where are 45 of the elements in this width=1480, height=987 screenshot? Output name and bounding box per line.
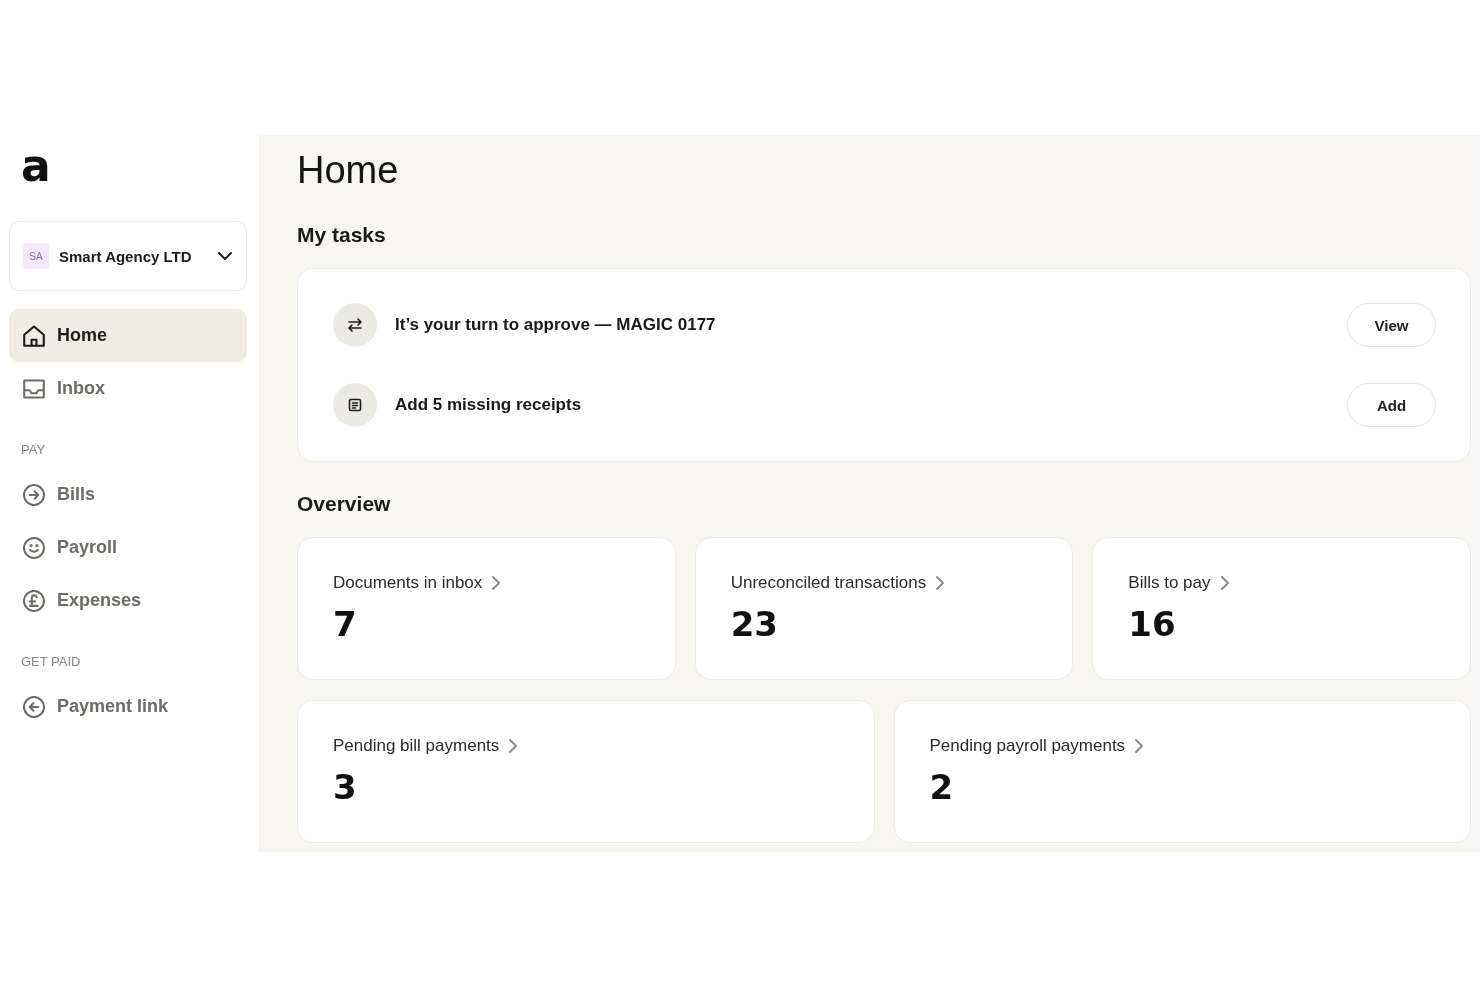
card-label: Documents in inbox [333, 573, 483, 593]
nav-item[interactable]: Payroll [9, 521, 247, 574]
swap-arrows-icon [333, 303, 377, 347]
nav-item[interactable]: Payment link [9, 680, 247, 733]
inbox-tray-icon [23, 377, 45, 400]
task-action-button[interactable]: Add [1347, 383, 1436, 427]
card-value: 3 [333, 767, 358, 807]
home-icon [23, 324, 45, 347]
task-text: Add 5 missing receipts [395, 395, 582, 415]
smiley-face-icon [23, 536, 45, 559]
org-selector[interactable]: SA Smart Agency LTD [9, 221, 247, 291]
card-label: Unreconciled transactions [730, 573, 927, 593]
nav-item[interactable]: Inbox [9, 362, 247, 415]
section-heading: Overview [297, 491, 392, 516]
card-label: Pending payroll payments [929, 736, 1126, 756]
chevron-right-icon [1220, 576, 1229, 590]
chevron-right-icon [936, 576, 945, 590]
section-heading: My tasks [297, 222, 387, 247]
card-label: Bills to pay [1128, 573, 1211, 593]
nav-section-heading: GET PAID [21, 653, 82, 671]
card-value: 2 [929, 767, 955, 807]
overview-card[interactable]: Pending bill payments 3 [297, 700, 875, 843]
task-text: It’s your turn to approve — MAGIC 0177 [395, 315, 716, 335]
document-icon [333, 383, 377, 427]
chevron-right-icon [492, 576, 501, 590]
chevron-down-icon [218, 252, 232, 260]
nav-section-heading: PAY [21, 441, 47, 459]
task-action-button[interactable]: View [1347, 303, 1436, 347]
card-value: 23 [730, 604, 779, 644]
nav-item[interactable]: Bills [9, 468, 247, 521]
overview-card[interactable]: Unreconciled transactions 23 [694, 537, 1074, 680]
overview-card[interactable]: Pending payroll payments 2 [893, 700, 1471, 843]
card-value: 7 [333, 604, 358, 644]
page-title: Home [297, 148, 400, 193]
card-label: Pending bill payments [333, 736, 500, 756]
nav-item[interactable]: Expenses [9, 574, 247, 627]
overview-card[interactable]: Documents in inbox 7 [297, 537, 676, 680]
chevron-right-icon [509, 739, 518, 753]
org-name: Smart Agency LTD [59, 247, 192, 265]
card-value: 16 [1128, 604, 1177, 644]
chevron-right-icon [1135, 739, 1144, 753]
logo: a [21, 144, 51, 188]
overview-card[interactable]: Bills to pay 16 [1092, 537, 1471, 680]
nav-item[interactable]: Home [9, 309, 247, 362]
org-avatar: SA [23, 243, 49, 269]
